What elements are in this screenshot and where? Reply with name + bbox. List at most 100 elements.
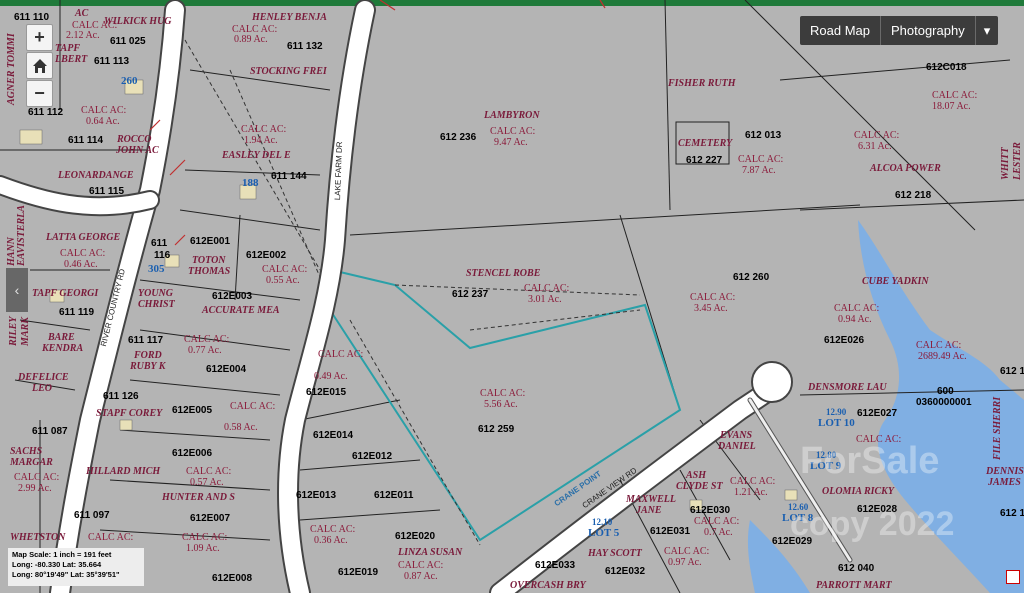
acreage-label: CALC AC: [664,546,710,557]
acreage-label: CALC AC: [186,466,232,477]
owner-label: MAXWELL [626,494,677,505]
parcel-id: 611 126 [103,391,139,402]
owner-label: STOCKING FREI [250,66,327,77]
acreage-label: 5.56 Ac. [484,399,518,410]
parcel-id: 612E033 [535,560,576,571]
acreage-label: CALC AC: [490,126,536,137]
address-number: 305 [148,263,165,275]
parcel-id: 612E032 [605,566,646,577]
parcel-id: 611 [151,238,168,249]
parcel-id: 116 [154,250,171,261]
parcel-id: 612E003 [212,291,253,302]
parcel-id: 612 227 [686,155,723,166]
acreage-label: CALC AC: [230,401,276,412]
zoom-in-button[interactable]: + [26,24,53,51]
parcel-id: 612E005 [172,405,213,416]
acreage-label: 1.94 Ac. [244,135,278,146]
parcel-id: 611 117 [128,335,164,346]
parcel-id: 612E030 [690,505,731,516]
map-type-selector: Road Map Photography ▾ [800,16,999,45]
acreage-label: 0.77 Ac. [188,345,222,356]
acreage-label: 9.47 Ac. [494,137,528,148]
parcel-id: 612E031 [650,526,691,537]
owner-label: WHITT [1000,147,1011,180]
address-number: 188 [242,177,259,189]
acreage-label: CALC AC: [184,334,230,345]
owner-label: JANE [636,505,662,516]
parcel-id: 612E015 [306,387,347,398]
owner-label: LBERT [55,54,88,65]
acreage-label: 18.07 Ac. [932,101,971,112]
parcel-id: 612 218 [895,190,932,201]
watermark: copy 2022 [790,505,955,543]
owner-label: HAY SCOTT [588,548,642,559]
acreage-label: CALC AC: [932,90,978,101]
parcel-id: 612 236 [440,132,477,143]
parcel-id: 612E014 [313,430,354,441]
owner-label: YOUNG [138,288,173,299]
owner-label: JAMES [988,477,1021,488]
acreage-label: 0.94 Ac. [838,314,872,325]
parcel-id: 612E006 [172,448,213,459]
owner-label: CEMETERY [678,138,733,149]
zoom-out-button[interactable]: − [26,80,53,107]
previous-arrow-button[interactable]: ‹ [6,268,28,312]
acreage-label: 0.7 Ac. [704,527,733,538]
owner-label: LATTA GEORGE [46,232,121,243]
parcel-id: 612E008 [212,573,253,584]
owner-label: EASLEY DEL E [222,150,291,161]
parcel-id: 611 110 [14,12,50,23]
map-scale-box: Map Scale: 1 inch = 191 feet Long: -80.3… [8,548,144,586]
owner-label: HENLEY BENJA [252,12,327,23]
owner-label: EVANS [720,430,753,441]
owner-label: DENNIS [986,466,1024,477]
acreage-label: 2.12 Ac. [66,30,100,41]
acreage-label: CALC AC: [310,524,356,535]
photography-button[interactable]: Photography [881,16,976,45]
acreage-label: CALC AC: [694,516,740,527]
owner-label: LAMBYRON [484,110,540,121]
parcel-id: 612E027 [857,408,898,419]
acreage-label: 6.31 Ac. [858,141,892,152]
road-label-lake-farm: LAKE FARM DR [332,141,345,201]
owner-label: WHETSTON [10,532,66,543]
parcel-id: 612E020 [395,531,436,542]
acreage-label: 2.99 Ac. [18,483,52,494]
parcel-id: 612 260 [733,272,770,283]
fullscreen-icon[interactable] [1006,570,1020,584]
acreage-label: 2689.49 Ac. [918,351,967,362]
acreage-label: 0.97 Ac. [668,557,702,568]
parcel-id: 611 114 [68,135,104,146]
acreage-label: 0.46 Ac. [64,259,98,270]
parcel-id: 612E013 [296,490,337,501]
road-map-button[interactable]: Road Map [800,16,881,45]
acreage-label: CALC AC: [398,560,444,571]
parcel-id: 0360000001 [916,397,972,408]
acreage-label: CALC AC: [480,388,526,399]
acreage-label: CALC AC: [241,124,287,135]
owner-label: TAPF GEORGI [32,288,99,299]
acreage-label: CALC AC: [81,105,127,116]
map-type-dropdown[interactable]: ▾ [976,16,999,45]
acreage-label: CALC AC: [738,154,784,165]
owner-label: TOTON [192,255,226,266]
parcel-id: 611 144 [271,171,307,182]
address-number: 260 [121,75,138,87]
owner-label: ACCURATE MEA [202,305,280,316]
acreage-label: CALC AC: [60,248,106,259]
owner-label: EAVISTERLA [16,205,27,266]
lot-number: LOT 10 [818,417,855,429]
owner-label: RUBY K [130,361,166,372]
parcel-id: 612 259 [478,424,515,435]
owner-label: CHRIST [138,299,175,310]
parcel-id: 612E007 [190,513,231,524]
owner-label: STAPF COREY [96,408,163,419]
home-button[interactable] [26,52,53,79]
owner-label: HUNTER AND S [162,492,235,503]
map-scale-text: Map Scale: 1 inch = 191 feet [12,550,112,559]
owner-label: LEONARDANGE [58,170,134,181]
owner-label: FILE SHERRI [992,396,1003,460]
acreage-label: CALC AC: [262,264,308,275]
lot-number: LOT 5 [588,527,620,539]
map-viewport[interactable]: AC WILKICK HUG HENLEY BENJA TAPF LBERT A… [0,0,1024,593]
